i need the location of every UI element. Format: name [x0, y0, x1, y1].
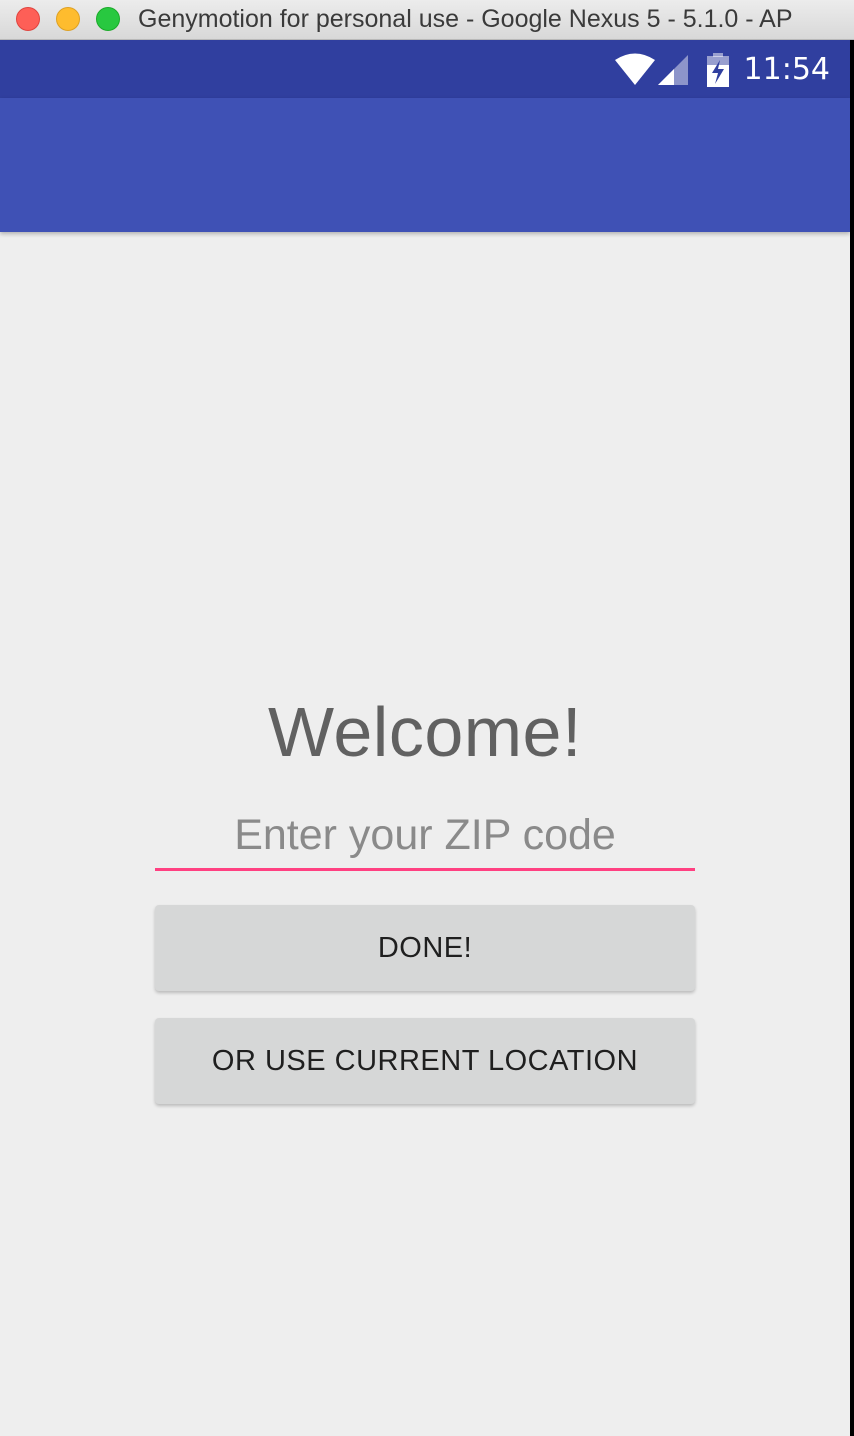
- use-current-location-button[interactable]: OR USE CURRENT LOCATION: [155, 1018, 695, 1104]
- window-edge: [850, 40, 854, 1436]
- status-icons: 11:54: [614, 52, 830, 88]
- window-title-bar: Genymotion for personal use - Google Nex…: [0, 0, 854, 40]
- window-title: Genymotion for personal use - Google Nex…: [138, 5, 793, 33]
- battery-charging-icon: [706, 53, 730, 87]
- close-window-button[interactable]: [16, 7, 40, 31]
- maximize-window-button[interactable]: [96, 7, 120, 31]
- app-bar: [0, 98, 850, 232]
- android-status-bar: 11:54: [0, 40, 850, 98]
- status-clock: 11:54: [743, 52, 830, 87]
- done-button[interactable]: DONE!: [155, 905, 695, 991]
- cell-signal-icon: [656, 53, 690, 87]
- welcome-heading: Welcome!: [268, 693, 582, 771]
- zip-code-input[interactable]: [155, 805, 695, 865]
- minimize-window-button[interactable]: [56, 7, 80, 31]
- wifi-icon: [614, 53, 656, 87]
- zip-code-field[interactable]: [155, 805, 695, 871]
